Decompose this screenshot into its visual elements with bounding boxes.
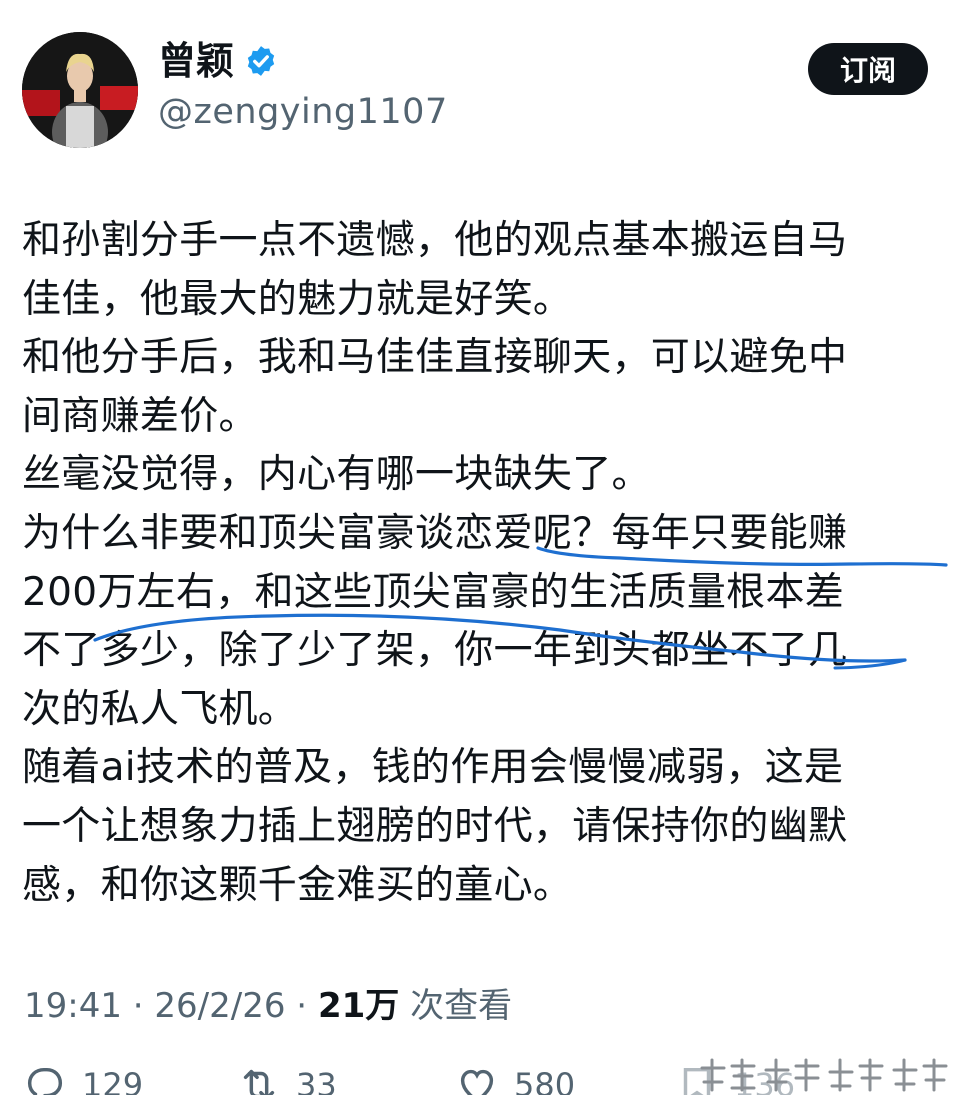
reply-icon — [22, 1062, 68, 1095]
post-meta: 19:41 · 26/2/26 · 21万 次查看 — [24, 986, 512, 1026]
repost-button[interactable]: 33 — [236, 1062, 337, 1095]
meta-separator: · — [285, 986, 318, 1026]
reply-count: 129 — [82, 1066, 144, 1095]
avatar[interactable] — [22, 32, 138, 148]
tweet-screenshot: 曾颖 @zengying1107 订阅 和孙割分手一点不遗憾，他的观点基本搬运自… — [0, 0, 968, 1095]
post-line: 次的私人飞机。 — [22, 686, 298, 732]
name-row: 曾颖 — [158, 42, 278, 80]
subscribe-button[interactable]: 订阅 — [808, 43, 928, 95]
post-line: 随着ai技术的普及，钱的作用会慢慢减弱，这是 — [22, 745, 844, 791]
views-count: 21万 — [317, 986, 400, 1026]
verified-badge-icon — [244, 44, 278, 78]
post-line: 丝毫没觉得，内心有哪一块缺失了。 — [22, 452, 651, 498]
action-bar: 129 33 580 136 — [0, 1062, 968, 1095]
display-name[interactable]: 曾颖 — [158, 42, 234, 80]
avatar-image — [22, 32, 138, 148]
post-line: 200万左右，和这些顶尖富豪的生活质量根本差 — [22, 569, 845, 615]
views-label: 次查看 — [399, 986, 513, 1026]
post-line: 佳佳，他最大的魅力就是好笑。 — [22, 276, 573, 322]
reply-button[interactable]: 129 — [22, 1062, 143, 1095]
like-count: 580 — [514, 1066, 576, 1095]
post-line: 感，和你这颗千金难买的童心。 — [22, 862, 573, 908]
post-line: 和他分手后，我和马佳佳直接聊天，可以避免中 — [22, 335, 848, 381]
post-line: 一个让想象力插上翅膀的时代，请保持你的幽默 — [22, 803, 848, 849]
post-time[interactable]: 19:41 — [24, 986, 122, 1026]
repost-icon — [236, 1062, 282, 1095]
like-button[interactable]: 580 — [454, 1062, 575, 1095]
post-date[interactable]: 26/2/26 — [154, 986, 285, 1026]
repost-count: 33 — [296, 1066, 337, 1095]
meta-separator: · — [121, 986, 155, 1026]
bookmark-button[interactable]: 136 — [674, 1062, 795, 1095]
bookmark-icon — [674, 1062, 720, 1095]
bookmark-count: 136 — [734, 1066, 796, 1095]
user-handle[interactable]: @zengying1107 — [158, 95, 448, 130]
post-line: 为什么非要和顶尖富豪谈恋爱呢？每年只要能赚 — [22, 510, 848, 556]
post-line: 间商赚差价。 — [22, 393, 258, 439]
post-line: 和孙割分手一点不遗憾，他的观点基本搬运自马 — [22, 218, 848, 263]
heart-icon — [454, 1062, 500, 1095]
post-line: 不了多少，除了少了架，你一年到头都坐不了几 — [22, 628, 848, 674]
post-text: 和孙割分手一点不遗憾，他的观点基本搬运自马 佳佳，他最大的魅力就是好笑。 和他分… — [22, 212, 952, 915]
